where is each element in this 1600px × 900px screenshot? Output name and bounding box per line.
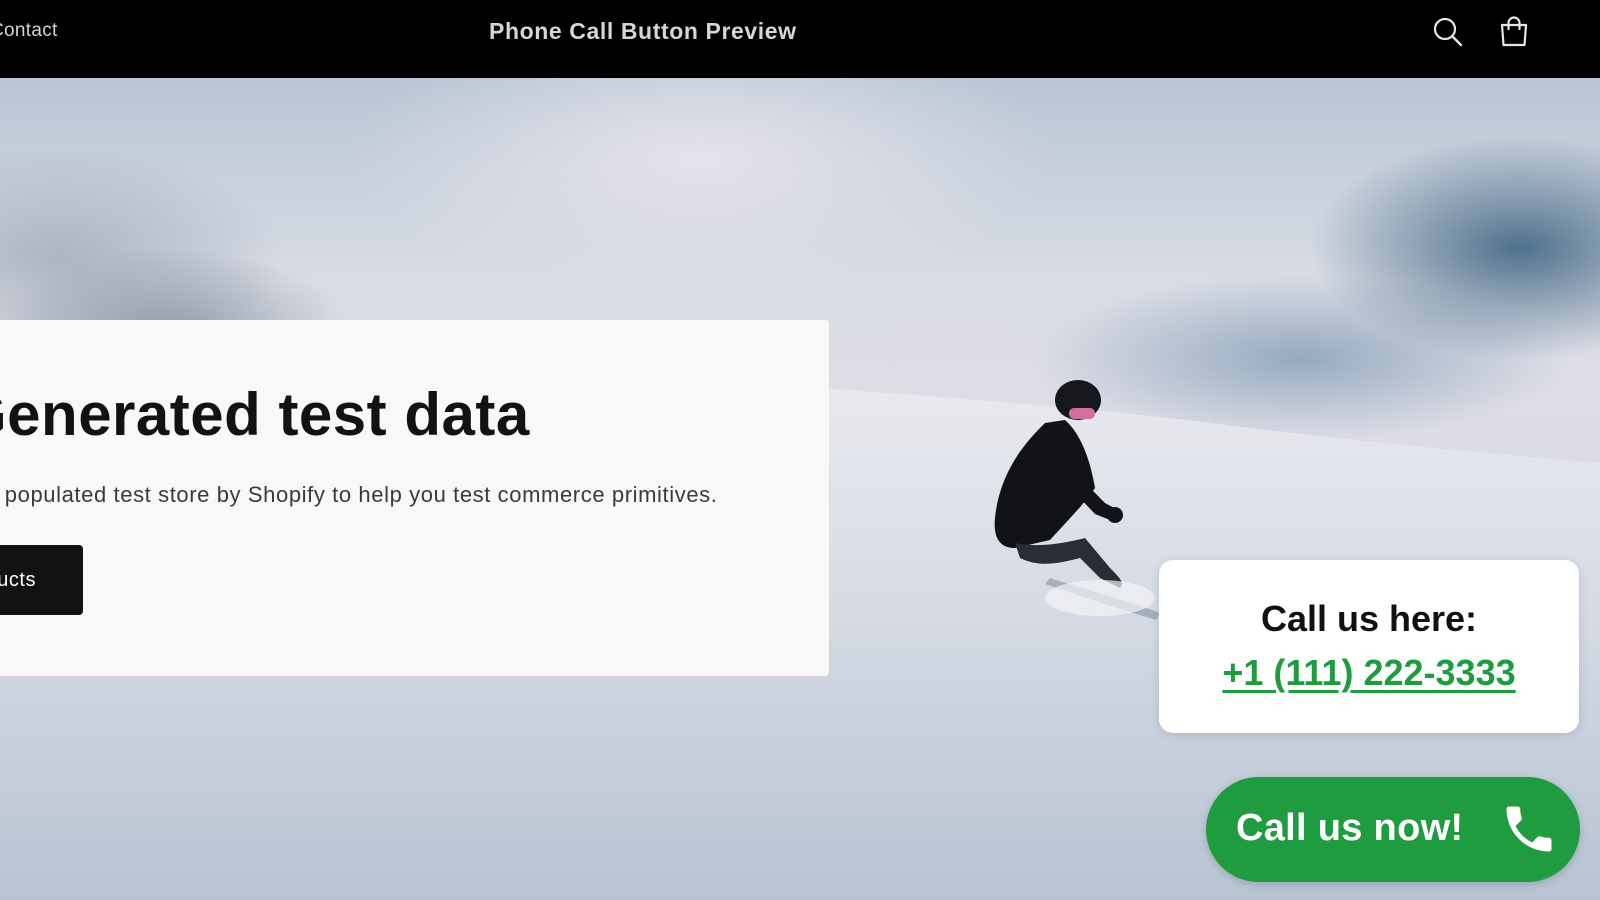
search-icon [1433, 17, 1463, 47]
search-button[interactable] [1430, 14, 1466, 50]
call-now-button[interactable]: Call us now! [1206, 777, 1580, 882]
shop-products-button[interactable]: Products [0, 545, 83, 615]
header: Contact Phone Call Button Preview [0, 0, 1600, 78]
cart-button[interactable] [1496, 14, 1532, 50]
store-title[interactable]: Phone Call Button Preview [489, 18, 797, 45]
hero-heading: Generated test data [0, 381, 530, 448]
phone-number-link[interactable]: +1 (111) 222-3333 [1159, 652, 1579, 694]
cart-icon [1500, 16, 1528, 47]
hero-subheading: A populated test store by Shopify to hel… [0, 482, 718, 507]
call-info-card: Call us here: +1 (111) 222-3333 [1159, 560, 1579, 733]
nav-link-contact[interactable]: Contact [0, 20, 58, 42]
call-card-heading: Call us here: [1260, 598, 1478, 639]
phone-icon [1506, 806, 1552, 852]
call-now-label: Call us now! [1236, 807, 1464, 849]
